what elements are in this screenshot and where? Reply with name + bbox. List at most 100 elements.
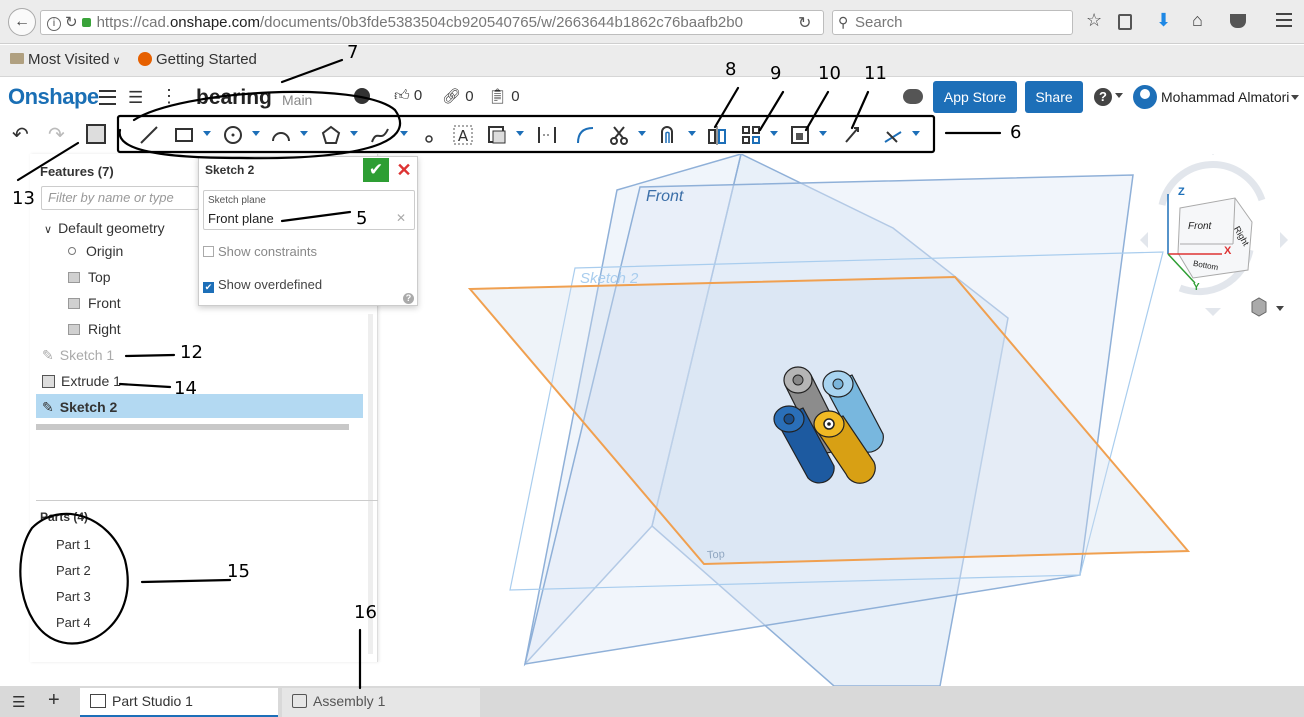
url-bar[interactable]: i ↻ https://cad.onshape.com/documents/0b3f… [40,10,824,35]
constraint-chevron-icon[interactable] [912,131,920,136]
rectangle-tool-icon[interactable] [173,124,195,146]
transform-chevron-icon[interactable] [819,131,827,136]
bookmark-most-visited[interactable]: Most Visited ∨ [10,51,121,68]
polygon-chevron-icon[interactable] [350,131,358,136]
panel-divider[interactable] [36,500,378,501]
part-2[interactable]: Part 2 [56,563,91,578]
show-constraints-checkbox[interactable]: Show constraints [203,244,317,259]
help-icon[interactable]: ? [1094,88,1112,106]
chevron-down-icon: ∨ [109,55,121,67]
undo-icon[interactable]: ↶ [12,122,29,147]
view-cube[interactable] [1140,154,1288,316]
user-chevron-icon[interactable] [1291,95,1299,100]
hamburger-menu-icon[interactable] [99,90,116,105]
front-plane-item[interactable]: Front [68,295,121,311]
onshape-logo[interactable]: Onshape [8,84,99,110]
display-mode-icon[interactable] [1251,297,1267,317]
globe-icon[interactable] [354,88,370,104]
extrude-icon [42,375,55,388]
chat-icon[interactable] [903,89,923,104]
copies-button[interactable]: 📋︎ 0 [488,87,520,105]
insert-icon[interactable]: ⋮ [160,86,178,107]
add-tab-button[interactable]: + [48,689,60,712]
trim-tool-icon[interactable] [608,124,630,146]
spline-tool-icon[interactable] [369,124,391,146]
spline-chevron-icon[interactable] [400,131,408,136]
origin-item[interactable]: Origin [68,243,123,259]
branch-name[interactable]: Main [282,92,312,108]
use-chevron-icon[interactable] [516,131,524,136]
constraint-tool-icon[interactable] [882,124,904,146]
rollback-bar[interactable] [36,424,349,430]
arc-tool-icon[interactable] [270,124,292,146]
point-tool-icon[interactable] [420,124,442,146]
links-button[interactable]: 🔗︎ 0 [442,87,474,105]
dimension-tool-icon[interactable] [842,124,864,146]
page-reload-icon[interactable]: ↻ [798,13,818,32]
feature-list-icon[interactable]: ☰ [128,88,143,108]
feature-filter-input[interactable]: Filter by name or type [41,186,199,210]
checkbox-checked-icon: ✔ [203,282,214,293]
viewport[interactable] [380,154,1304,686]
default-geometry-folder[interactable]: ∨ Default geometry [44,220,165,236]
offset-tool-icon[interactable] [657,124,679,146]
trim-chevron-icon[interactable] [638,131,646,136]
assembly-icon [292,694,307,708]
arc-chevron-icon[interactable] [300,131,308,136]
firefox-icon [138,52,152,66]
mirror-tool-icon[interactable] [706,124,728,146]
browser-search-input[interactable]: ⚲ Search [832,10,1073,35]
download-icon[interactable]: ⬇ [1156,10,1171,31]
polygon-tool-icon[interactable] [320,124,342,146]
lock-icon [81,18,91,27]
transform-tool-icon[interactable] [789,124,811,146]
show-overdefined-checkbox[interactable]: ✔ Show overdefined [203,277,322,293]
document-name[interactable]: bearing [196,86,272,110]
display-mode-chevron-icon[interactable] [1276,306,1284,311]
url-path: /documents/0b3fde5383504cb920540765/w/26… [260,14,743,31]
circle-tool-icon[interactable] [222,124,244,146]
tab-manager-icon[interactable]: ☰ [12,693,25,711]
home-icon[interactable]: ⌂ [1192,10,1203,31]
reader-icon[interactable] [1118,14,1132,30]
part-4[interactable]: Part 4 [56,615,91,630]
plane-icon [68,272,80,283]
tab-part-studio[interactable]: Part Studio 1 [80,688,278,717]
info-icon[interactable]: i [47,17,61,31]
fillet-tool-icon[interactable] [574,124,596,146]
pocket-icon[interactable] [1230,14,1246,28]
pattern-chevron-icon[interactable] [770,131,778,136]
back-icon[interactable]: ← [8,8,36,36]
circle-chevron-icon[interactable] [252,131,260,136]
share-button[interactable]: Share [1025,81,1083,113]
part-1[interactable]: Part 1 [56,537,91,552]
user-name[interactable]: Mohammad Almatori [1161,89,1289,105]
pattern-tool-icon[interactable] [740,124,762,146]
offset-chevron-icon[interactable] [688,131,696,136]
bookmark-getting-started[interactable]: Getting Started [138,51,257,68]
rectangle-chevron-icon[interactable] [203,131,211,136]
help-chevron-icon[interactable] [1115,93,1123,98]
menu-icon[interactable] [1276,13,1292,27]
sketch2-item[interactable]: ✎ Sketch 2 [42,399,117,416]
extrude1-item[interactable]: Extrude 1 [42,373,121,389]
annotation-8: 8 [725,59,737,80]
sketch1-item[interactable]: ✎ Sketch 1 [42,347,114,364]
right-plane-item[interactable]: Right [68,321,121,337]
line-tool-icon[interactable] [138,124,160,146]
top-plane-item[interactable]: Top [68,269,111,285]
like-button[interactable]: 👍︎ 0 [394,87,422,105]
url-domain: onshape.com [169,14,261,31]
use-tool-icon[interactable] [486,124,508,146]
annotation-7: 7 [347,42,359,63]
reload-icon[interactable]: ↻ [65,14,78,31]
construction-tool-icon[interactable] [536,124,558,146]
cube-front-label: Front [1188,221,1212,232]
tab-assembly[interactable]: Assembly 1 [282,688,480,717]
avatar[interactable] [1133,85,1157,109]
part-3[interactable]: Part 3 [56,589,91,604]
app-store-button[interactable]: App Store [933,81,1017,113]
part-studio-feature-icon[interactable] [86,124,106,144]
text-tool-icon[interactable]: A [452,124,474,146]
bookmark-star-icon[interactable]: ☆ [1086,10,1102,31]
